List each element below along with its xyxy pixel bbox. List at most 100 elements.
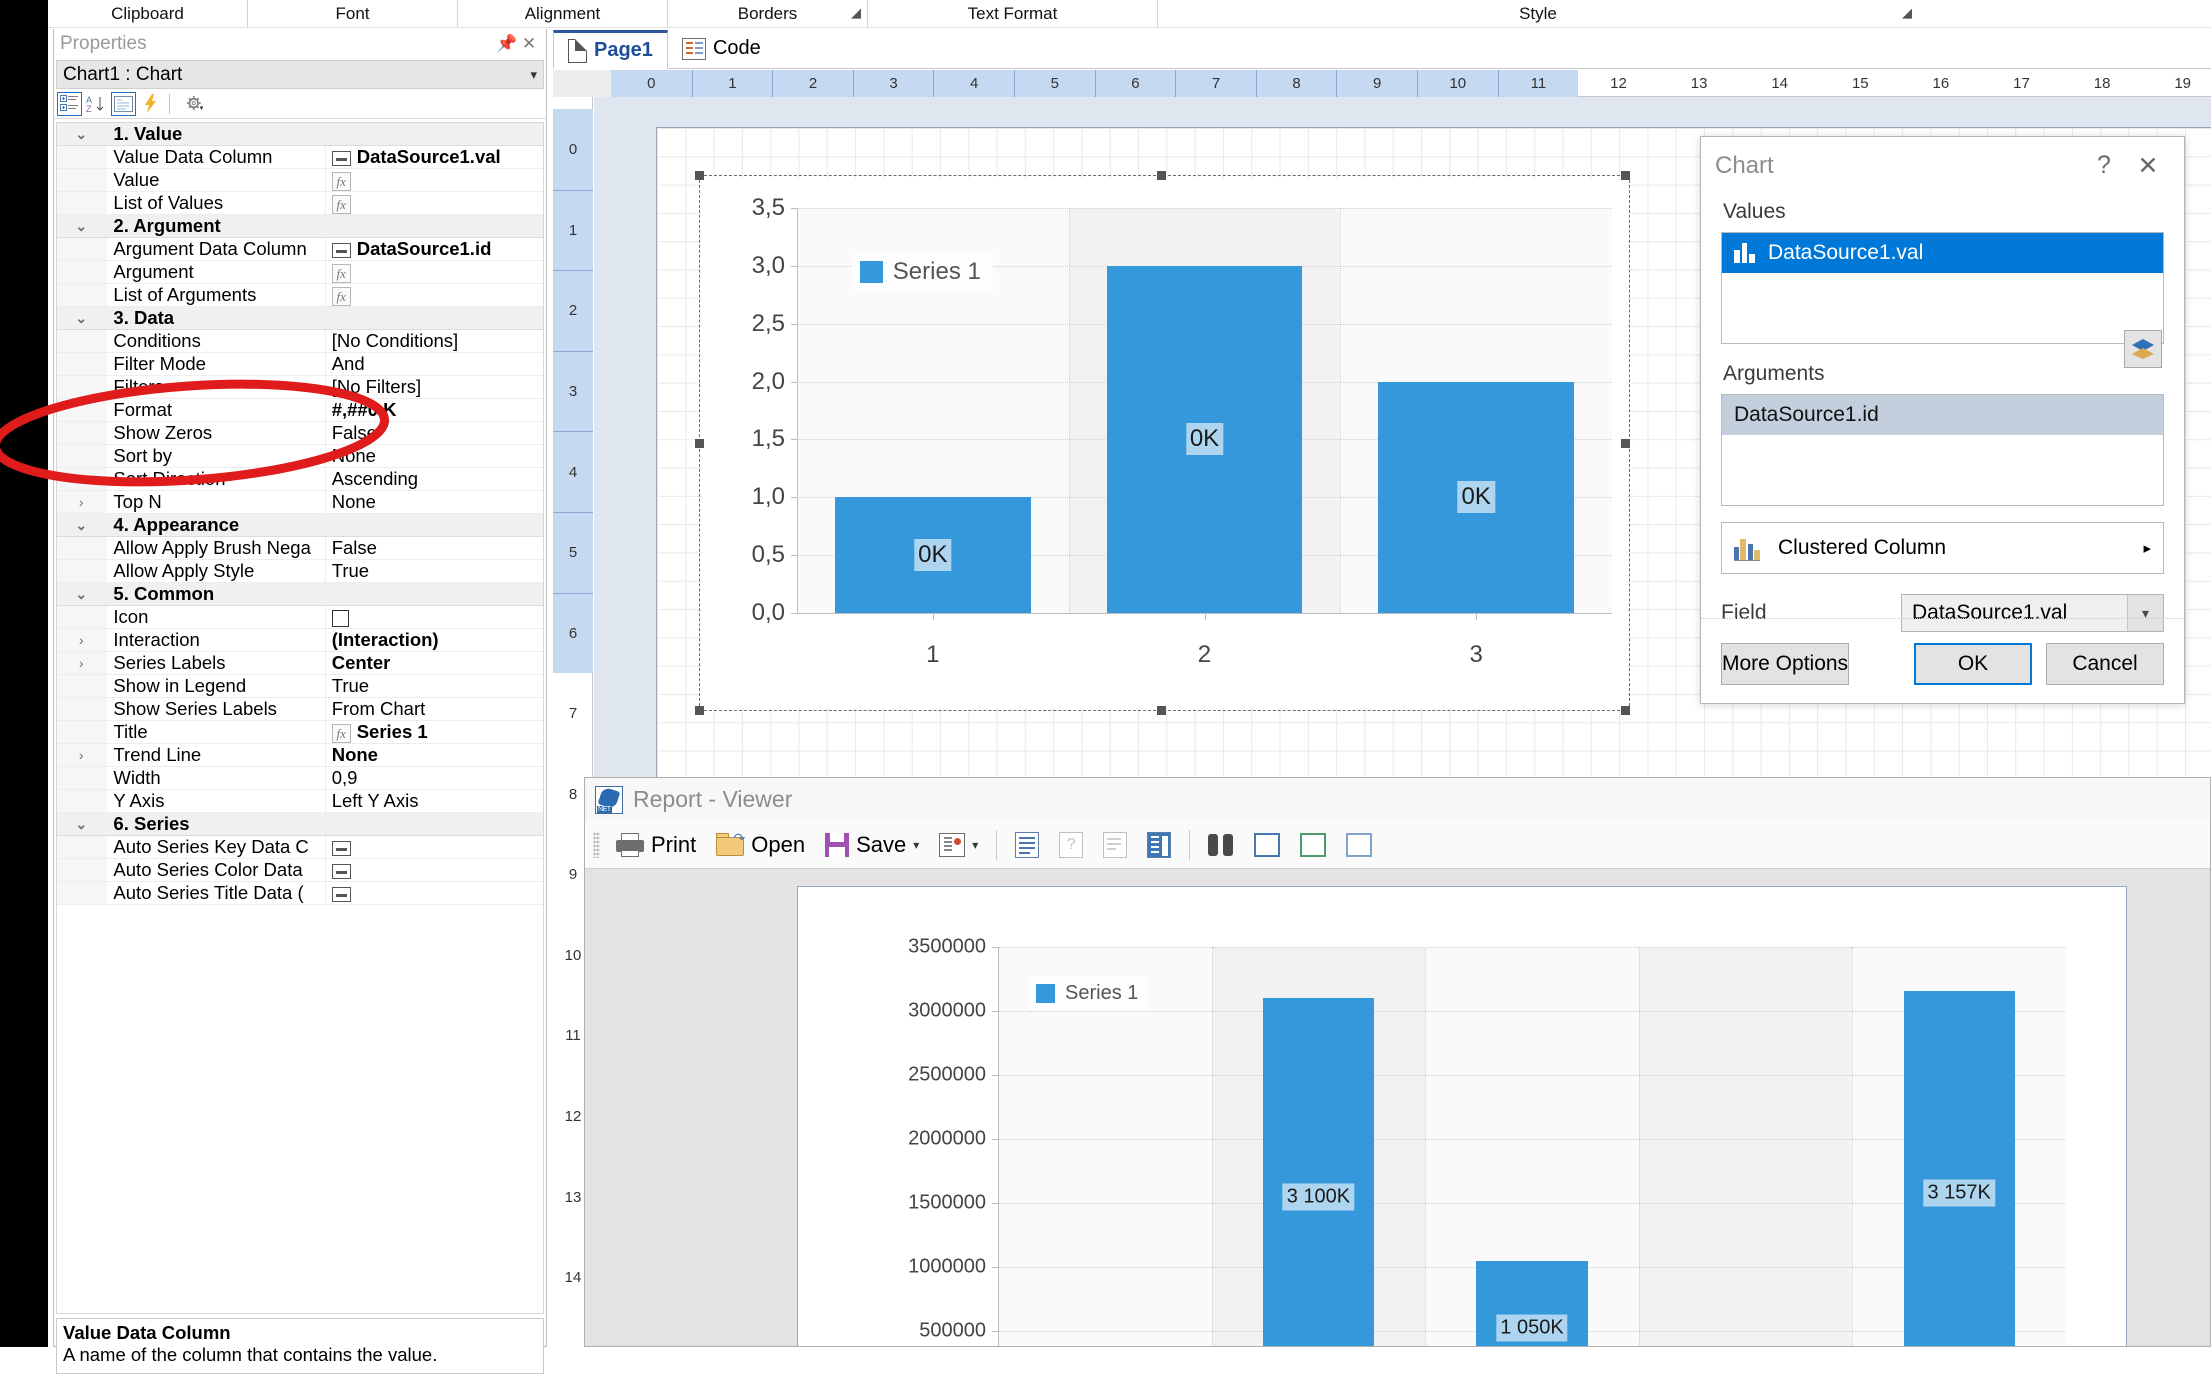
viewer-canvas[interactable]: 0500000100000015000002000000250000030000… — [585, 869, 2210, 1346]
chevron-down-icon[interactable]: ▾ — [2127, 595, 2163, 631]
expression-editor-icon[interactable]: fx — [331, 263, 351, 283]
page-view-button[interactable] — [1007, 826, 1047, 864]
arguments-listbox[interactable]: DataSource1.id — [1721, 394, 2164, 506]
property-row[interactable]: Allow Apply Style True — [57, 559, 543, 583]
property-row[interactable]: › Top N None — [57, 490, 543, 514]
events-button[interactable] — [138, 92, 163, 116]
property-value[interactable]: (Interaction) — [325, 628, 543, 652]
property-value[interactable] — [325, 858, 543, 882]
property-value[interactable]: False — [325, 536, 543, 560]
data-column-icon[interactable] — [331, 150, 351, 166]
chart-type-selector[interactable]: Clustered Column ▸ — [1721, 522, 2164, 574]
property-row[interactable]: › Interaction (Interaction) — [57, 628, 543, 652]
property-value[interactable]: True — [325, 559, 543, 583]
property-row[interactable]: Filters [No Filters] — [57, 375, 543, 399]
horizontal-ruler[interactable]: 0 1 2 3 4 5 6 7 8 9 10 11 12 13 14 15 16 17 18 19 — [553, 70, 2211, 97]
thumbnails-button[interactable] — [1139, 826, 1179, 864]
expression-editor-icon[interactable]: fx — [331, 194, 351, 214]
resize-handle-sw[interactable] — [695, 706, 704, 715]
find-button[interactable] — [1200, 826, 1242, 864]
property-row[interactable]: Show Zeros False — [57, 421, 543, 445]
property-row[interactable]: Filter Mode And — [57, 352, 543, 376]
property-value[interactable]: None — [325, 743, 543, 767]
property-category-row[interactable]: ⌄ 3. Data — [57, 306, 543, 330]
property-grid[interactable]: ⌄ 1. Value Value Data Column DataSource1.va… — [56, 122, 544, 1314]
close-icon[interactable]: ✕ — [2126, 151, 2170, 181]
expression-editor-icon[interactable]: fx — [331, 171, 351, 191]
chart-bar[interactable] — [1903, 990, 2015, 1346]
property-row[interactable]: Auto Series Key Data C — [57, 835, 543, 859]
property-expander[interactable]: › — [57, 490, 108, 514]
parameters-button[interactable] — [1095, 826, 1135, 864]
property-value[interactable]: fx — [325, 260, 543, 284]
report-viewer-window[interactable]: Report - Viewer Print ↷ Open Save ▾ — [584, 777, 2211, 1347]
save-button[interactable]: Save ▾ — [817, 826, 927, 864]
resize-handle-s[interactable] — [1157, 706, 1166, 715]
tab-code[interactable]: Code — [668, 29, 775, 68]
open-button[interactable]: ↷ Open — [708, 826, 813, 864]
property-row[interactable]: Argument Data Column DataSource1.id — [57, 237, 543, 261]
style-dialog-launcher-icon[interactable]: ◢ — [1902, 5, 1912, 21]
multi-page-view-button[interactable] — [1338, 826, 1380, 864]
property-row[interactable]: Icon — [57, 605, 543, 629]
category-expander[interactable]: ⌄ — [57, 582, 108, 606]
print-button[interactable]: Print — [608, 826, 704, 864]
ok-button[interactable]: OK — [1914, 643, 2032, 685]
field-combo[interactable]: DataSource1.val ▾ — [1901, 594, 2164, 632]
property-value[interactable]: fx Series 1 — [325, 720, 543, 744]
settings-button[interactable] — [176, 92, 214, 116]
toolbar-grip[interactable] — [593, 831, 600, 858]
property-value[interactable] — [325, 881, 543, 905]
resize-handle-e[interactable] — [1621, 439, 1630, 448]
property-row[interactable]: Auto Series Title Data ( — [57, 881, 543, 905]
resize-handle-w[interactable] — [695, 439, 704, 448]
property-row[interactable]: List of Arguments fx — [57, 283, 543, 307]
property-value[interactable]: #,##0,K — [325, 398, 543, 422]
property-row[interactable]: List of Values fx — [57, 191, 543, 215]
property-expander[interactable]: › — [57, 628, 108, 652]
property-value[interactable] — [325, 835, 543, 859]
expression-editor-icon[interactable]: fx — [331, 286, 351, 306]
bookmarks-button[interactable]: ? — [1051, 826, 1091, 864]
property-category-row[interactable]: ⌄ 5. Common — [57, 582, 543, 606]
resize-handle-nw[interactable] — [695, 171, 704, 180]
property-value[interactable]: 0,9 — [325, 766, 543, 790]
property-value[interactable]: Left Y Axis — [325, 789, 543, 813]
question-mark-icon[interactable]: ? — [2082, 151, 2126, 180]
property-row[interactable]: › Trend Line None — [57, 743, 543, 767]
property-value[interactable]: fx — [325, 168, 543, 192]
category-expander[interactable]: ⌄ — [57, 812, 108, 836]
layers-button[interactable] — [2124, 330, 2162, 368]
continuous-page-view-button[interactable] — [1292, 826, 1334, 864]
property-expander[interactable]: › — [57, 743, 108, 767]
property-category-row[interactable]: ⌄ 1. Value — [57, 123, 543, 146]
chart-component[interactable]: 0,0 0,5 1,0 1,5 2,0 2,5 3,0 3,5 0K 1 0K 2 0K 3 Series … — [695, 171, 1630, 715]
property-value[interactable]: None — [325, 490, 543, 514]
object-selector-combo[interactable]: Chart1 : Chart ▾ — [56, 60, 544, 89]
categorized-button[interactable] — [57, 91, 82, 116]
more-options-button[interactable]: More Options — [1721, 643, 1850, 685]
property-row[interactable]: Sort by None — [57, 444, 543, 468]
resize-handle-ne[interactable] — [1621, 171, 1630, 180]
property-value[interactable]: And — [325, 352, 543, 376]
category-expander[interactable]: ⌄ — [57, 123, 108, 146]
chevron-down-icon[interactable]: ▾ — [913, 838, 919, 852]
property-row[interactable]: › Series Labels Center — [57, 651, 543, 675]
property-expander[interactable]: › — [57, 651, 108, 675]
property-value[interactable]: False — [325, 421, 543, 445]
property-row[interactable]: Format #,##0,K — [57, 398, 543, 422]
property-row[interactable]: Allow Apply Brush Nega False — [57, 536, 543, 560]
property-row[interactable]: Title fx Series 1 — [57, 720, 543, 744]
single-page-view-button[interactable] — [1246, 826, 1288, 864]
cancel-button[interactable]: Cancel — [2046, 643, 2164, 685]
property-category-row[interactable]: ⌄ 2. Argument — [57, 214, 543, 238]
pin-icon[interactable]: 📌 — [496, 34, 518, 54]
property-row[interactable]: Show in Legend True — [57, 674, 543, 698]
property-value[interactable]: DataSource1.val — [325, 145, 543, 169]
resize-handle-n[interactable] — [1157, 171, 1166, 180]
chart-bar[interactable] — [1262, 998, 1374, 1346]
alphabetical-sort-button[interactable]: A Z — [84, 92, 109, 116]
property-row[interactable]: Auto Series Color Data — [57, 858, 543, 882]
tab-page1[interactable]: Page1 — [553, 30, 668, 69]
close-icon[interactable]: ✕ — [518, 34, 540, 54]
